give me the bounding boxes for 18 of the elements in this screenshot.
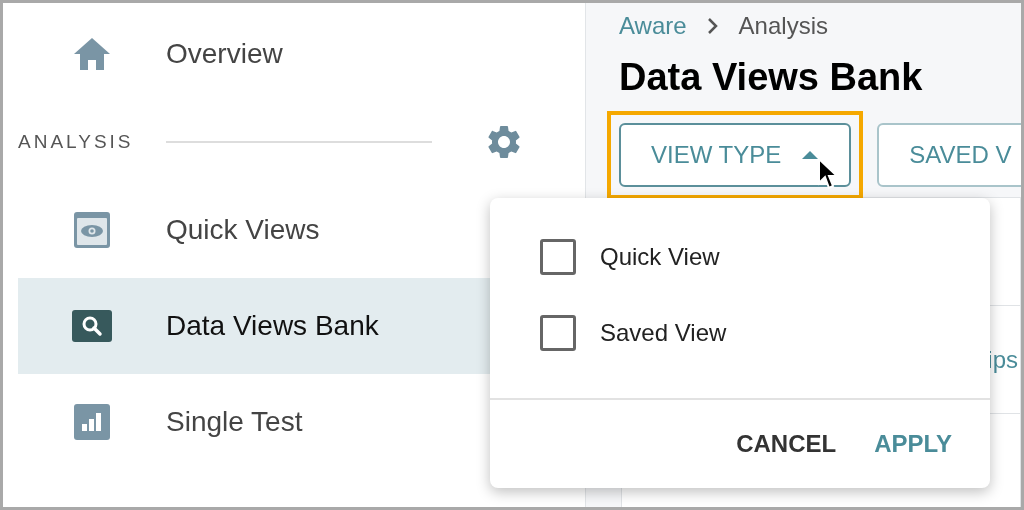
option-label: Saved View (600, 318, 727, 348)
bar-chart-icon (74, 404, 110, 440)
home-icon (72, 36, 112, 72)
checkbox[interactable] (540, 315, 576, 351)
cancel-button[interactable]: CANCEL (736, 426, 837, 462)
filter-dropdown-button[interactable]: SAVED V (877, 123, 1021, 187)
checkbox[interactable] (540, 239, 576, 275)
page-title: Data Views Bank (618, 55, 924, 100)
filter-dropdown-button[interactable]: VIEW TYPE (619, 123, 852, 187)
section-heading: ANALYSIS (18, 129, 134, 154)
search-icon (72, 310, 112, 342)
breadcrumb-current: Analysis (738, 11, 828, 41)
caret-up-icon (801, 150, 820, 160)
apply-button[interactable]: APPLY (874, 426, 952, 462)
breadcrumb-link[interactable]: Aware (619, 8, 687, 44)
option-label: Quick View (600, 242, 720, 272)
chevron-right-icon (706, 17, 719, 35)
eye-icon (74, 212, 110, 248)
